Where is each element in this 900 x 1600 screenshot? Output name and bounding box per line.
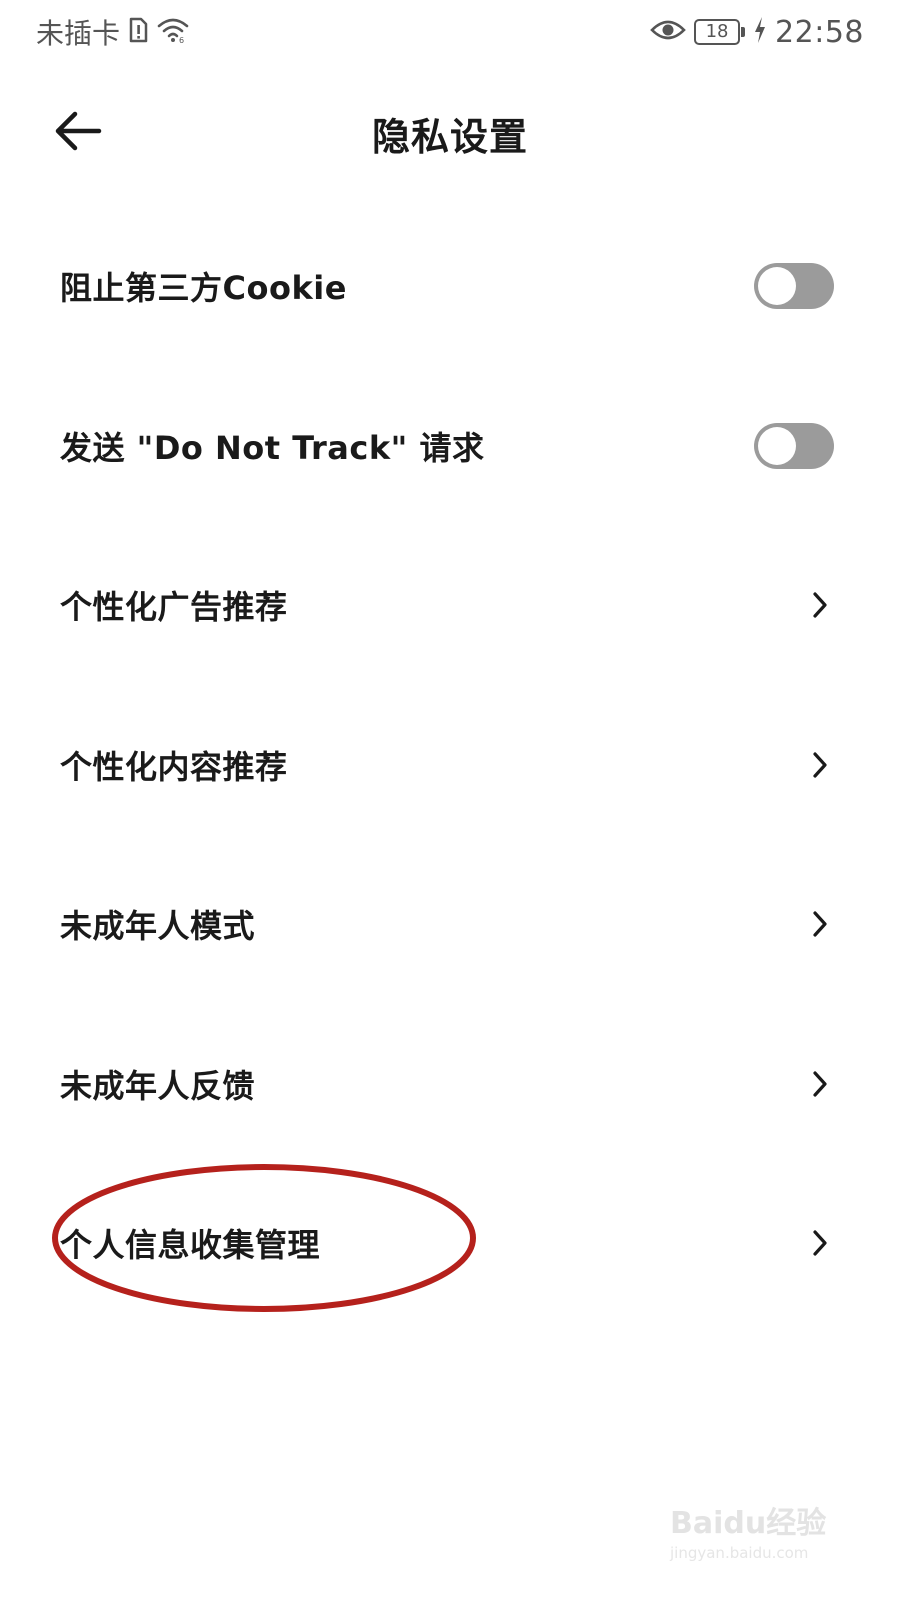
setting-row-minor-feedback[interactable]: 未成年人反馈	[0, 1024, 900, 1144]
charging-icon	[753, 16, 767, 48]
chevron-right-icon	[810, 1227, 830, 1259]
chevron-right-icon	[810, 589, 830, 621]
watermark-url: jingyan.baidu.com	[670, 1544, 809, 1562]
toggle-knob	[758, 267, 796, 305]
status-right: 18 22:58	[650, 15, 864, 50]
chevron-right-icon	[810, 1068, 830, 1100]
block-cookie-toggle[interactable]	[754, 263, 834, 309]
setting-row-minor-mode[interactable]: 未成年人模式	[0, 864, 900, 984]
svg-text:6: 6	[179, 36, 184, 44]
battery-level: 18	[694, 19, 741, 45]
chevron-right-icon	[810, 749, 830, 781]
back-arrow-icon	[53, 109, 103, 157]
setting-row-personalized-content[interactable]: 个性化内容推荐	[0, 705, 900, 825]
setting-label: 个人信息收集管理	[60, 1226, 321, 1264]
eye-icon	[650, 18, 686, 46]
setting-row-block-third-party-cookie[interactable]: 阻止第三方Cookie	[0, 226, 900, 346]
setting-label: 发送 "Do Not Track" 请求	[60, 429, 485, 467]
setting-row-personal-info-collection[interactable]: 个人信息收集管理	[0, 1183, 900, 1303]
chevron-right-icon	[810, 908, 830, 940]
battery-cap	[741, 27, 746, 37]
setting-label: 阻止第三方Cookie	[60, 269, 347, 307]
clock-time: 22:58	[775, 14, 864, 50]
setting-label: 未成年人模式	[60, 907, 256, 945]
setting-label: 未成年人反馈	[60, 1067, 256, 1105]
baidu-watermark: Baidu经验 jingyan.baidu.com	[670, 1498, 840, 1578]
status-left: 未插卡 6	[36, 12, 190, 52]
carrier-text: 未插卡	[36, 17, 121, 50]
setting-label: 个性化广告推荐	[60, 588, 288, 626]
battery-indicator: 18	[694, 19, 746, 45]
toggle-knob	[758, 427, 796, 465]
do-not-track-toggle[interactable]	[754, 423, 834, 469]
watermark-logo: Baidu经验	[670, 1506, 827, 1541]
sim-alert-icon	[128, 16, 148, 48]
status-bar: 未插卡 6 18 22:58	[0, 0, 900, 64]
setting-label: 个性化内容推荐	[60, 748, 288, 786]
page-title: 隐私设置	[371, 114, 528, 159]
title-bar: 隐私设置	[0, 88, 900, 178]
setting-row-personalized-ads[interactable]: 个性化广告推荐	[0, 545, 900, 665]
back-button[interactable]	[48, 106, 108, 160]
wifi-icon: 6	[156, 16, 190, 48]
setting-row-do-not-track[interactable]: 发送 "Do Not Track" 请求	[0, 386, 900, 506]
screen: 未插卡 6 18 22:58 隐私设置 阻止第三方Cookie 发送 "Do N…	[0, 0, 900, 1600]
